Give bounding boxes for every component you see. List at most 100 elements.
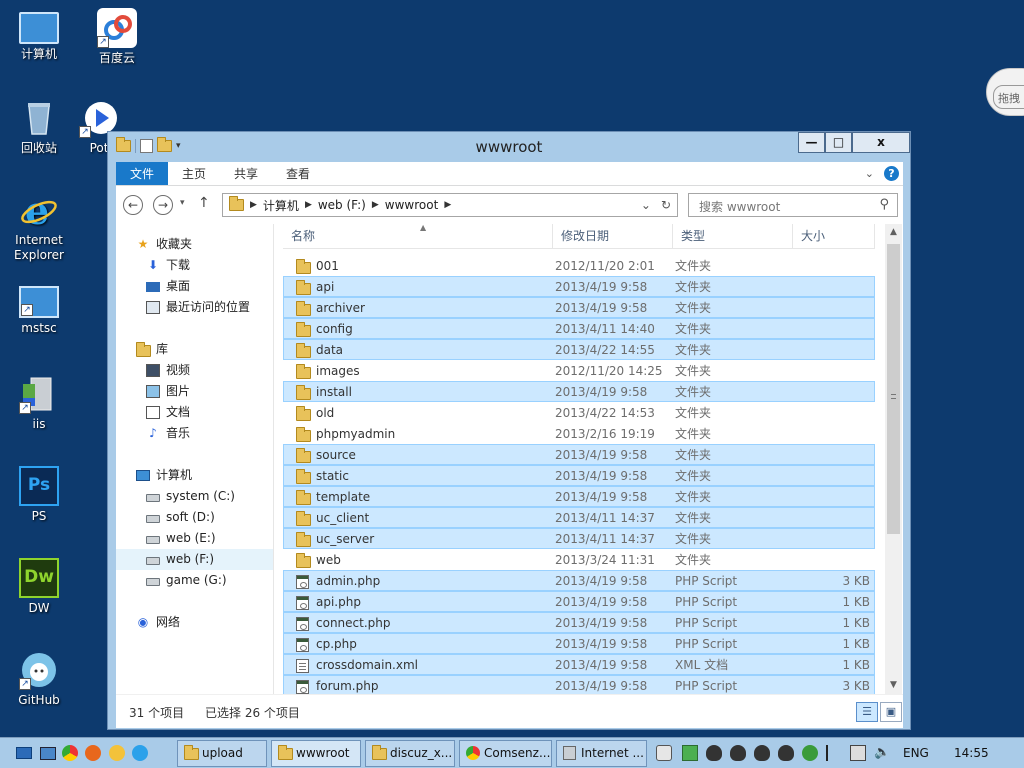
- show-desktop-icon[interactable]: [16, 747, 32, 759]
- nav-libraries[interactable]: 库: [116, 339, 273, 360]
- maximize-button[interactable]: □: [825, 132, 852, 153]
- chevron-down-icon[interactable]: ⌄: [641, 198, 651, 212]
- nav-drive-c[interactable]: system (C:): [116, 486, 273, 507]
- column-name[interactable]: 名称: [283, 224, 553, 249]
- file-row[interactable]: images 2012/11/20 14:25 文件夹: [283, 360, 875, 381]
- cloud-drag-widget[interactable]: 拖拽: [986, 68, 1024, 116]
- file-row[interactable]: config 2013/4/11 14:40 文件夹: [283, 318, 875, 339]
- flag-icon[interactable]: [826, 745, 842, 761]
- breadcrumb-arrow-icon[interactable]: ▶: [250, 200, 257, 210]
- large-icons-view-button[interactable]: ▣: [880, 702, 902, 722]
- nav-favorites[interactable]: ★ 收藏夹: [116, 234, 273, 255]
- column-type[interactable]: 类型: [673, 224, 793, 249]
- file-row[interactable]: web 2013/3/24 11:31 文件夹: [283, 549, 875, 570]
- forward-button[interactable]: →: [153, 195, 173, 215]
- speaker-icon[interactable]: 🔈: [874, 745, 890, 761]
- recent-locations-dropdown[interactable]: ▾: [180, 198, 185, 208]
- nav-videos[interactable]: 视频: [116, 360, 273, 381]
- chrome-icon[interactable]: [62, 745, 78, 761]
- file-row[interactable]: uc_client 2013/4/11 14:37 文件夹: [283, 507, 875, 528]
- nav-computer[interactable]: 计算机: [116, 465, 273, 486]
- breadcrumb-arrow-icon[interactable]: ▶: [444, 200, 451, 210]
- nav-drive-e[interactable]: web (E:): [116, 528, 273, 549]
- breadcrumb-wwwroot[interactable]: wwwroot: [385, 198, 439, 212]
- breadcrumb-drive[interactable]: web (F:): [318, 198, 366, 212]
- chevron-down-icon[interactable]: ⌄: [865, 167, 874, 180]
- file-row[interactable]: data 2013/4/22 14:55 文件夹: [283, 339, 875, 360]
- minimize-button[interactable]: —: [798, 132, 825, 153]
- search-icon[interactable]: ⚲: [879, 197, 889, 212]
- close-button[interactable]: x: [852, 132, 910, 153]
- file-row[interactable]: cp.php 2013/4/19 9:58 PHP Script 1 KB: [283, 633, 875, 654]
- search-input[interactable]: 搜索 wwwroot ⚲: [688, 193, 898, 217]
- breadcrumb-computer[interactable]: 计算机: [263, 197, 299, 214]
- up-arrow-icon[interactable]: ↑: [198, 195, 210, 211]
- column-size[interactable]: 大小: [793, 224, 875, 249]
- tab-share[interactable]: 共享: [220, 162, 272, 185]
- file-row[interactable]: old 2013/4/22 14:53 文件夹: [283, 402, 875, 423]
- monitor-icon[interactable]: [40, 747, 56, 760]
- desktop-icon-github[interactable]: ↗ GitHub: [1, 650, 77, 708]
- file-row[interactable]: connect.php 2013/4/19 9:58 PHP Script 1 KB: [283, 612, 875, 633]
- file-row[interactable]: crossdomain.xml 2013/4/19 9:58 XML 文档 1 KB: [283, 654, 875, 675]
- nav-drive-g[interactable]: game (G:): [116, 570, 273, 591]
- nav-downloads[interactable]: ⬇ 下载: [116, 255, 273, 276]
- address-bar[interactable]: ▶ 计算机 ▶ web (F:) ▶ wwwroot ▶ ⌄ ↻: [222, 193, 678, 217]
- tab-file[interactable]: 文件: [116, 162, 169, 185]
- network-status-icon[interactable]: [850, 745, 866, 761]
- qq-icon[interactable]: [754, 745, 770, 761]
- input-language[interactable]: ENG: [903, 738, 929, 768]
- tray-tool-icon[interactable]: [656, 745, 672, 761]
- desktop-icon-dw[interactable]: Dw DW: [1, 558, 77, 616]
- nav-drive-d[interactable]: soft (D:): [116, 507, 273, 528]
- desktop-icon-internet-explorer[interactable]: e Internet Explorer: [1, 188, 77, 263]
- file-row[interactable]: admin.php 2013/4/19 9:58 PHP Script 3 KB: [283, 570, 875, 591]
- desktop-icon-ps[interactable]: Ps PS: [1, 466, 77, 524]
- taskbar-button-upload[interactable]: upload: [177, 740, 267, 767]
- file-row[interactable]: static 2013/4/19 9:58 文件夹: [283, 465, 875, 486]
- column-date[interactable]: 修改日期: [553, 224, 673, 249]
- nav-recent-places[interactable]: 最近访问的位置: [116, 297, 273, 318]
- clock[interactable]: 14:55: [954, 738, 989, 768]
- qq-icon[interactable]: [706, 745, 722, 761]
- security-shield-icon[interactable]: [802, 745, 818, 761]
- taskbar-button-iis[interactable]: Internet ...: [556, 740, 647, 767]
- back-button[interactable]: ←: [123, 195, 143, 215]
- browser-icon[interactable]: [109, 745, 125, 761]
- desktop-icon-baiduyun[interactable]: ↗ 百度云: [79, 8, 155, 66]
- details-view-button[interactable]: ☰: [856, 702, 878, 722]
- scroll-down-arrow-icon[interactable]: ▼: [885, 677, 902, 694]
- vertical-scrollbar[interactable]: ▲ ▼: [885, 224, 902, 694]
- file-row[interactable]: 001 2012/11/20 2:01 文件夹: [283, 255, 875, 276]
- file-row[interactable]: template 2013/4/19 9:58 文件夹: [283, 486, 875, 507]
- firefox-icon[interactable]: [85, 745, 101, 761]
- tab-home[interactable]: 主页: [168, 162, 220, 185]
- desktop-icon-iis[interactable]: ↗ iis: [1, 374, 77, 432]
- file-row[interactable]: source 2013/4/19 9:58 文件夹: [283, 444, 875, 465]
- nav-drive-f[interactable]: web (F:): [116, 549, 273, 570]
- refresh-icon[interactable]: ↻: [661, 198, 671, 212]
- internet-explorer-icon[interactable]: [132, 745, 148, 761]
- tray-plus-icon[interactable]: [682, 745, 698, 761]
- file-row[interactable]: api 2013/4/19 9:58 文件夹: [283, 276, 875, 297]
- tab-view[interactable]: 查看: [272, 162, 324, 185]
- taskbar-button-comsenz[interactable]: Comsenz...: [459, 740, 552, 767]
- nav-network[interactable]: ◉ 网络: [116, 612, 273, 633]
- scroll-up-arrow-icon[interactable]: ▲: [885, 224, 902, 241]
- file-row[interactable]: uc_server 2013/4/11 14:37 文件夹: [283, 528, 875, 549]
- breadcrumb-arrow-icon[interactable]: ▶: [305, 200, 312, 210]
- desktop-icon-mstsc[interactable]: ↗ mstsc: [1, 282, 77, 336]
- file-row[interactable]: archiver 2013/4/19 9:58 文件夹: [283, 297, 875, 318]
- desktop-icon-recycle-bin[interactable]: 回收站: [1, 98, 77, 156]
- file-row[interactable]: phpmyadmin 2013/2/16 19:19 文件夹: [283, 423, 875, 444]
- qq-icon[interactable]: [778, 745, 794, 761]
- nav-desktop[interactable]: 桌面: [116, 276, 273, 297]
- scroll-thumb[interactable]: [887, 244, 900, 534]
- file-row[interactable]: forum.php 2013/4/19 9:58 PHP Script 3 KB: [283, 675, 875, 696]
- taskbar-button-wwwroot[interactable]: wwwroot: [271, 740, 361, 767]
- file-row[interactable]: install 2013/4/19 9:58 文件夹: [283, 381, 875, 402]
- qq-icon[interactable]: [730, 745, 746, 761]
- nav-music[interactable]: ♪ 音乐: [116, 423, 273, 444]
- breadcrumb-arrow-icon[interactable]: ▶: [372, 200, 379, 210]
- taskbar-button-discuz[interactable]: discuz_x...: [365, 740, 455, 767]
